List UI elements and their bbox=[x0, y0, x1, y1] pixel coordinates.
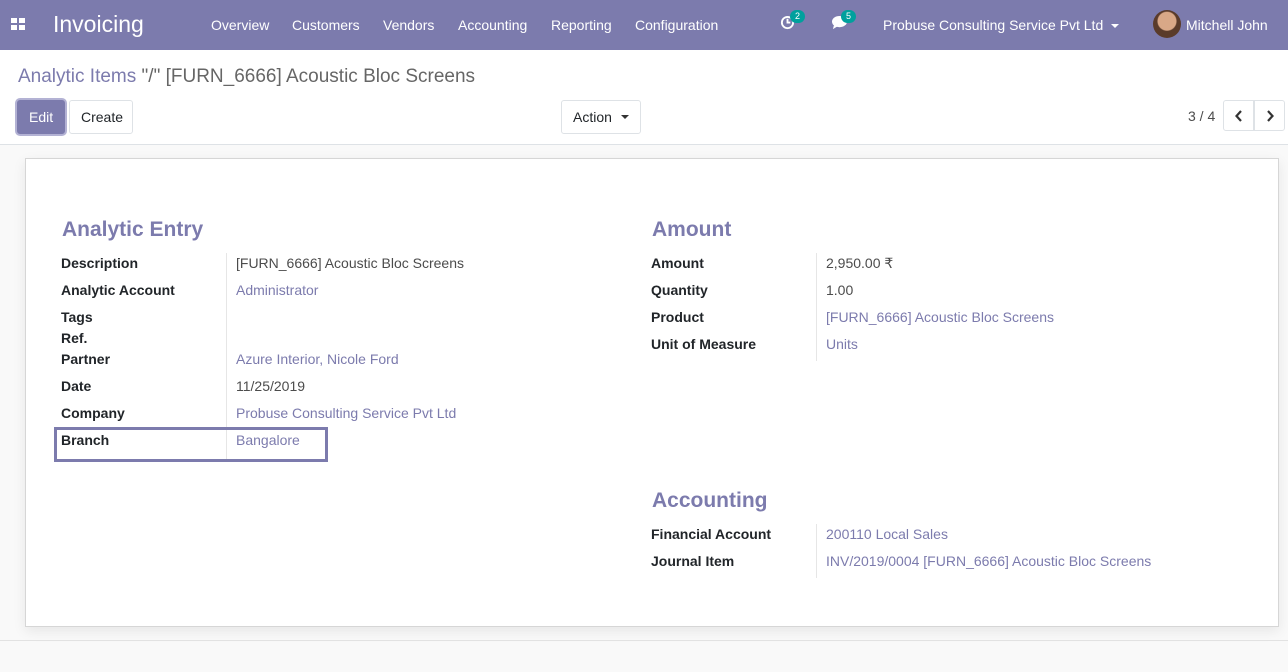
financial-account-label: Financial Account bbox=[651, 526, 772, 542]
action-dropdown[interactable]: Action bbox=[561, 100, 641, 134]
amount-label: Amount bbox=[651, 255, 704, 271]
menu-accounting[interactable]: Accounting bbox=[458, 17, 527, 33]
date-value: 11/25/2019 bbox=[236, 378, 306, 394]
product-link[interactable]: [FURN_6666] Acoustic Bloc Screens bbox=[826, 309, 1054, 325]
control-panel: Analytic Items "/" [FURN_6666] Acoustic … bbox=[0, 50, 1288, 145]
amount-value: 2,950.00 ₹ bbox=[826, 255, 894, 271]
amount-title: Amount bbox=[652, 218, 732, 241]
analytic-account-label: Analytic Account bbox=[61, 282, 175, 298]
company-label: Company bbox=[61, 405, 125, 421]
action-label: Action bbox=[573, 109, 612, 125]
menu-vendors[interactable]: Vendors bbox=[383, 17, 434, 33]
pager-next-button[interactable] bbox=[1254, 100, 1285, 131]
analytic-account-link[interactable]: Administrator bbox=[236, 282, 318, 298]
breadcrumb-separator: "/" bbox=[141, 66, 161, 87]
messages-button[interactable]: 5 bbox=[831, 10, 857, 33]
date-label: Date bbox=[61, 378, 92, 394]
app-title: Invoicing bbox=[53, 11, 144, 37]
journal-item-link[interactable]: INV/2019/0004 [FURN_6666] Acoustic Bloc … bbox=[826, 553, 1151, 569]
financial-account-link[interactable]: 200110 Local Sales bbox=[826, 526, 948, 542]
partner-label: Partner bbox=[61, 351, 111, 367]
chevron-left-icon bbox=[1234, 109, 1242, 122]
field-divider bbox=[816, 253, 817, 361]
activity-button[interactable]: 2 bbox=[780, 10, 806, 33]
chatter-divider bbox=[0, 640, 1288, 641]
pager-previous-button[interactable] bbox=[1223, 100, 1254, 131]
caret-down-icon bbox=[620, 115, 629, 119]
menu-configuration[interactable]: Configuration bbox=[635, 17, 718, 33]
uom-link[interactable]: Units bbox=[826, 336, 858, 352]
analytic-entry-title: Analytic Entry bbox=[62, 218, 204, 241]
company-name: Probuse Consulting Service Pvt Ltd bbox=[883, 17, 1104, 33]
user-menu[interactable]: Mitchell John bbox=[1186, 17, 1268, 33]
branch-highlight bbox=[54, 427, 328, 462]
company-switcher[interactable]: Probuse Consulting Service Pvt Ltd bbox=[883, 17, 1120, 33]
description-label: Description bbox=[61, 255, 139, 271]
quantity-label: Quantity bbox=[651, 282, 708, 298]
apps-menu-icon[interactable] bbox=[11, 18, 25, 30]
create-button[interactable]: Create bbox=[69, 100, 133, 134]
avatar[interactable] bbox=[1153, 10, 1181, 38]
chevron-right-icon bbox=[1266, 109, 1274, 122]
form-sheet: Analytic Entry Description [FURN_6666] A… bbox=[25, 158, 1279, 627]
uom-label: Unit of Measure bbox=[651, 336, 757, 352]
messages-badge: 5 bbox=[841, 10, 857, 23]
description-value: [FURN_6666] Acoustic Bloc Screens bbox=[236, 255, 464, 271]
partner-link[interactable]: Azure Interior, Nicole Ford bbox=[236, 351, 399, 367]
quantity-value: 1.00 bbox=[826, 282, 854, 298]
chevron-down-icon bbox=[1111, 24, 1120, 29]
menu-customers[interactable]: Customers bbox=[292, 17, 360, 33]
menu-overview[interactable]: Overview bbox=[211, 17, 269, 33]
breadcrumb-analytic-items[interactable]: Analytic Items bbox=[18, 66, 136, 87]
pager-value[interactable]: 3 / 4 bbox=[1188, 108, 1215, 124]
top-navbar: Invoicing Overview Customers Vendors Acc… bbox=[0, 0, 1288, 50]
edit-button[interactable]: Edit bbox=[17, 100, 65, 134]
menu-reporting[interactable]: Reporting bbox=[551, 17, 612, 33]
journal-item-label: Journal Item bbox=[651, 553, 735, 569]
product-label: Product bbox=[651, 309, 704, 325]
field-divider bbox=[816, 524, 817, 578]
activity-badge: 2 bbox=[790, 10, 806, 23]
ref-label: Ref. bbox=[61, 330, 88, 346]
tags-label: Tags bbox=[61, 309, 93, 325]
breadcrumb-current: [FURN_6666] Acoustic Bloc Screens bbox=[165, 66, 476, 87]
breadcrumb: Analytic Items "/" [FURN_6666] Acoustic … bbox=[18, 66, 475, 88]
accounting-title: Accounting bbox=[652, 489, 768, 512]
company-link[interactable]: Probuse Consulting Service Pvt Ltd bbox=[236, 405, 456, 421]
